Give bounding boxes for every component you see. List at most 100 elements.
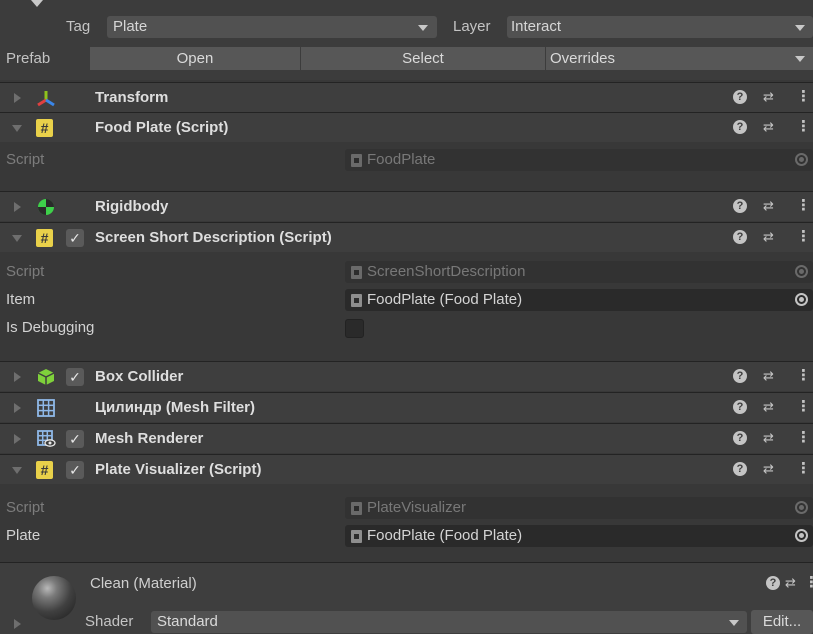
component-header-rigidbody[interactable]: Rigidbody ? ⇄ ⋮ [0,191,813,221]
material-title: Clean (Material) [90,575,197,592]
material-foldout-arrow-icon[interactable] [14,619,21,629]
foldout-arrow-icon[interactable] [14,202,21,212]
enabled-checkbox[interactable]: ✓ [66,461,84,479]
material-preview-sphere [32,576,76,620]
component-title: Цилиндр (Mesh Filter) [95,399,256,416]
component-title: Box Collider [95,368,184,385]
mesh-filter-icon [37,399,55,417]
script-asset-icon [351,530,362,543]
item-value: FoodPlate (Food Plate) [367,291,523,308]
object-header: Tag Plate Layer Interact Prefab Open Sel… [0,0,813,80]
foldout-arrow-icon[interactable] [12,467,22,474]
object-picker-icon[interactable] [795,529,808,542]
script-field: FoodPlate [345,149,813,171]
prefab-overrides-dropdown[interactable]: Overrides [546,47,813,70]
kebab-menu-icon[interactable]: ⋮ [796,227,811,245]
shader-edit-button[interactable]: Edit... [751,610,813,634]
component-header-mesh-renderer[interactable]: ✓ Mesh Renderer ? ⇄ ⋮ [0,423,813,453]
foldout-arrow-icon[interactable] [12,125,22,132]
preset-icon[interactable]: ⇄ [763,119,774,135]
tag-value: Plate [113,18,148,35]
foldout-arrow-icon[interactable] [14,372,21,382]
preset-icon[interactable]: ⇄ [785,575,796,591]
kebab-menu-icon[interactable]: ⋮ [796,428,811,446]
script-field: ScreenShortDescription [345,261,813,283]
help-icon[interactable]: ? [733,400,747,414]
script-asset-icon [351,502,362,515]
shader-dropdown[interactable]: Standard [151,611,747,633]
prefab-select-button[interactable]: Select [301,47,545,70]
preset-icon[interactable]: ⇄ [763,368,774,384]
preset-icon[interactable]: ⇄ [763,461,774,477]
component-header-transform[interactable]: Transform ? ⇄ ⋮ [0,82,813,112]
overrides-chevron-down-icon [795,56,805,62]
object-picker-icon [795,153,808,166]
help-icon[interactable]: ? [733,90,747,104]
item-label: Item [6,291,36,308]
preset-icon[interactable]: ⇄ [763,229,774,245]
enabled-checkbox[interactable]: ✓ [66,229,84,247]
kebab-menu-icon[interactable]: ⋮ [796,459,811,477]
tag-chevron-down-icon [418,25,428,31]
kebab-menu-icon[interactable]: ⋮ [804,573,813,591]
script-asset-icon [351,266,362,279]
component-header-plate-visualizer[interactable]: # ✓ Plate Visualizer (Script) ? ⇄ ⋮ [0,454,813,484]
object-picker-icon[interactable] [795,293,808,306]
is-debugging-label: Is Debugging [6,319,95,336]
plate-object-field[interactable]: FoodPlate (Food Plate) [345,525,813,547]
help-icon[interactable]: ? [733,369,747,383]
box-collider-icon [37,369,55,385]
help-icon[interactable]: ? [733,230,747,244]
script-icon: # [36,119,53,137]
is-debugging-checkbox[interactable] [345,319,364,338]
preset-icon[interactable]: ⇄ [763,198,774,214]
help-icon[interactable]: ? [766,576,780,590]
kebab-menu-icon[interactable]: ⋮ [796,196,811,214]
foldout-arrow-icon[interactable] [14,93,21,103]
component-title: Plate Visualizer (Script) [95,461,262,478]
foldout-arrow-icon[interactable] [14,403,21,413]
material-section: Clean (Material) ? ⇄ ⋮ Shader Standard E… [0,562,813,634]
foldout-arrow-icon[interactable] [14,434,21,444]
script-value: PlateVisualizer [367,499,466,516]
prefab-label: Prefab [6,50,51,67]
overrides-label: Overrides [550,50,616,67]
kebab-menu-icon[interactable]: ⋮ [796,117,811,135]
help-icon[interactable]: ? [733,431,747,445]
script-value: FoodPlate [367,151,436,168]
tag-dropdown[interactable]: Plate [107,16,437,38]
gameobject-dropdown-arrow[interactable] [31,0,43,7]
component-header-screen-short-description[interactable]: # ✓ Screen Short Description (Script) ? … [0,222,813,252]
script-label: Script [6,151,45,168]
preset-icon[interactable]: ⇄ [763,399,774,415]
kebab-menu-icon[interactable]: ⋮ [796,366,811,384]
script-icon: # [36,229,53,247]
property-row-plate: Plate FoodPlate (Food Plate) [0,522,813,550]
help-icon[interactable]: ? [733,120,747,134]
help-icon[interactable]: ? [733,462,747,476]
transform-icon [37,91,55,107]
component-header-mesh-filter[interactable]: Цилиндр (Mesh Filter) ? ⇄ ⋮ [0,392,813,422]
item-object-field[interactable]: FoodPlate (Food Plate) [345,289,813,311]
kebab-menu-icon[interactable]: ⋮ [796,87,811,105]
component-header-box-collider[interactable]: ✓ Box Collider ? ⇄ ⋮ [0,361,813,391]
enabled-checkbox[interactable]: ✓ [66,430,84,448]
component-title: Food Plate (Script) [95,119,229,136]
component-header-food-plate[interactable]: # Food Plate (Script) ? ⇄ ⋮ [0,112,813,142]
enabled-checkbox[interactable]: ✓ [66,368,84,386]
kebab-menu-icon[interactable]: ⋮ [796,397,811,415]
foldout-arrow-icon[interactable] [12,235,22,242]
component-title: Screen Short Description (Script) [95,229,332,246]
script-label: Script [6,499,45,516]
layer-chevron-down-icon [795,25,805,31]
layer-dropdown[interactable]: Interact [507,16,813,38]
help-icon[interactable]: ? [733,199,747,213]
script-asset-icon [351,294,362,307]
component-title: Transform [95,89,169,106]
preset-icon[interactable]: ⇄ [763,89,774,105]
prefab-open-button[interactable]: Open [90,47,300,70]
property-row-script: Script FoodPlate [0,146,813,174]
plate-value: FoodPlate (Food Plate) [367,527,523,544]
property-row-script: Script ScreenShortDescription [0,258,813,286]
preset-icon[interactable]: ⇄ [763,430,774,446]
